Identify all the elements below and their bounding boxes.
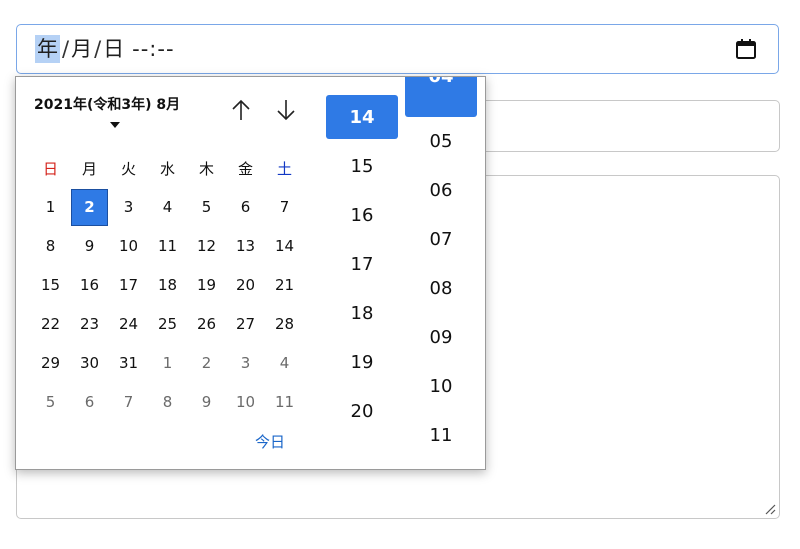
calendar-day[interactable]: 8 xyxy=(148,383,187,421)
minute-item[interactable]: 10 xyxy=(405,364,477,408)
hour-item[interactable]: 17 xyxy=(326,242,398,286)
arrow-up-icon xyxy=(232,99,250,120)
hour-item[interactable]: 20 xyxy=(326,389,398,433)
calendar-day[interactable]: 4 xyxy=(148,188,187,226)
minute-item[interactable]: 05 xyxy=(405,119,477,163)
calendar-day[interactable]: 11 xyxy=(148,227,187,265)
weekday-label: 木 xyxy=(198,159,214,178)
month-year-title[interactable]: 2021年(令和3年) 8月 xyxy=(34,94,180,114)
weekday-label: 火 xyxy=(120,159,136,178)
calendar-week-row: 15 16 17 18 19 20 21 xyxy=(31,266,321,304)
calendar-day[interactable]: 21 xyxy=(265,266,304,304)
calendar-day[interactable]: 7 xyxy=(265,188,304,226)
hour-item[interactable]: 19 xyxy=(326,340,398,384)
calendar-day[interactable]: 18 xyxy=(148,266,187,304)
calendar-day[interactable]: 1 xyxy=(31,188,70,226)
calendar-week-row: 1234567 xyxy=(31,188,321,226)
weekday-label: 水 xyxy=(159,159,175,178)
calendar-day[interactable]: 12 xyxy=(187,227,226,265)
calendar-week-row: 29 30 31 1 2 3 4 xyxy=(31,344,321,382)
calendar-day[interactable]: 26 xyxy=(187,305,226,343)
minute-item[interactable]: 07 xyxy=(405,217,477,261)
calendar-day[interactable]: 3 xyxy=(109,188,148,226)
calendar-day[interactable]: 31 xyxy=(109,344,148,382)
calendar-day[interactable]: 2 xyxy=(187,344,226,382)
hour-item[interactable]: 15 xyxy=(326,144,398,188)
calendar-day[interactable]: 13 xyxy=(226,227,265,265)
page: 年 / 月 / 日 --:-- 2021年(令和3年) 8月 日 月 火 水 木… xyxy=(0,0,800,549)
month-segment[interactable]: 月 xyxy=(71,35,92,63)
hour-item-selected[interactable]: 14 xyxy=(326,95,398,139)
calendar-day[interactable]: 1 xyxy=(148,344,187,382)
date-separator: / xyxy=(94,37,102,61)
calendar-day[interactable]: 9 xyxy=(70,227,109,265)
calendar-day[interactable]: 15 xyxy=(31,266,70,304)
hour-item[interactable]: 18 xyxy=(326,291,398,335)
calendar-day[interactable]: 14 xyxy=(265,227,304,265)
today-button[interactable]: 今日 xyxy=(255,431,285,452)
minute-item[interactable]: 08 xyxy=(405,266,477,310)
day-segment[interactable]: 日 xyxy=(103,35,124,63)
calendar-day[interactable]: 29 xyxy=(31,344,70,382)
calendar-day[interactable]: 16 xyxy=(70,266,109,304)
calendar-week-row: 22 23 24 25 26 27 28 xyxy=(31,305,321,343)
calendar-day[interactable]: 5 xyxy=(187,188,226,226)
calendar-day[interactable]: 11 xyxy=(265,383,304,421)
resize-handle-icon[interactable] xyxy=(764,503,776,515)
datetime-input[interactable]: 年 / 月 / 日 --:-- xyxy=(16,24,779,74)
weekday-label: 日 xyxy=(42,159,58,178)
weekday-label: 土 xyxy=(276,159,292,178)
hour-item[interactable]: 16 xyxy=(326,193,398,237)
calendar-day[interactable]: 19 xyxy=(187,266,226,304)
calendar-day[interactable]: 20 xyxy=(226,266,265,304)
minute-column[interactable]: 04 05 06 07 08 09 10 11 xyxy=(405,77,479,469)
calendar-day[interactable]: 23 xyxy=(70,305,109,343)
calendar-day[interactable]: 6 xyxy=(70,383,109,421)
calendar-day[interactable]: 5 xyxy=(31,383,70,421)
weekday-header-row: 日月火水木金土 xyxy=(31,149,321,187)
calendar-day[interactable]: 9 xyxy=(187,383,226,421)
weekday-label: 月 xyxy=(81,159,97,178)
calendar-day[interactable]: 3 xyxy=(226,344,265,382)
calendar-day[interactable]: 28 xyxy=(265,305,304,343)
calendar-day[interactable]: 10 xyxy=(226,383,265,421)
calendar-day[interactable]: 6 xyxy=(226,188,265,226)
calendar-day[interactable]: 4 xyxy=(265,344,304,382)
minute-item-selected[interactable]: 04 xyxy=(405,77,477,117)
year-segment[interactable]: 年 xyxy=(35,35,60,63)
calendar-week-row: 5 6 7 8 9 10 11 xyxy=(31,383,321,421)
calendar-day[interactable]: 17 xyxy=(109,266,148,304)
hour-column[interactable]: 14 15 16 17 18 19 20 xyxy=(326,77,400,469)
calendar-week-row: 8 9 10 11 12 13 14 xyxy=(31,227,321,265)
datetime-picker-popup: 2021年(令和3年) 8月 日月火水木金土 1 2 3 4 5 6 7 8 9 10 11 12 13… xyxy=(15,76,486,470)
arrow-down-icon xyxy=(277,100,295,121)
month-dropdown-caret-icon[interactable] xyxy=(110,122,120,128)
calendar-day-selected[interactable]: 2 xyxy=(70,188,109,226)
calendar-day[interactable]: 7 xyxy=(109,383,148,421)
calendar-icon[interactable] xyxy=(734,37,758,61)
calendar-day[interactable]: 8 xyxy=(31,227,70,265)
date-separator: / xyxy=(62,37,70,61)
calendar-day[interactable]: 30 xyxy=(70,344,109,382)
next-month-button[interactable] xyxy=(273,97,299,123)
minute-item[interactable]: 06 xyxy=(405,168,477,212)
weekday-label: 金 xyxy=(237,159,253,178)
time-segment[interactable]: --:-- xyxy=(132,35,174,63)
calendar-day[interactable]: 27 xyxy=(226,305,265,343)
calendar-day[interactable]: 24 xyxy=(109,305,148,343)
calendar-day[interactable]: 22 xyxy=(31,305,70,343)
minute-item[interactable]: 09 xyxy=(405,315,477,359)
previous-month-button[interactable] xyxy=(228,97,254,123)
calendar-day[interactable]: 25 xyxy=(148,305,187,343)
calendar-day[interactable]: 10 xyxy=(109,227,148,265)
minute-item[interactable]: 11 xyxy=(405,413,477,457)
